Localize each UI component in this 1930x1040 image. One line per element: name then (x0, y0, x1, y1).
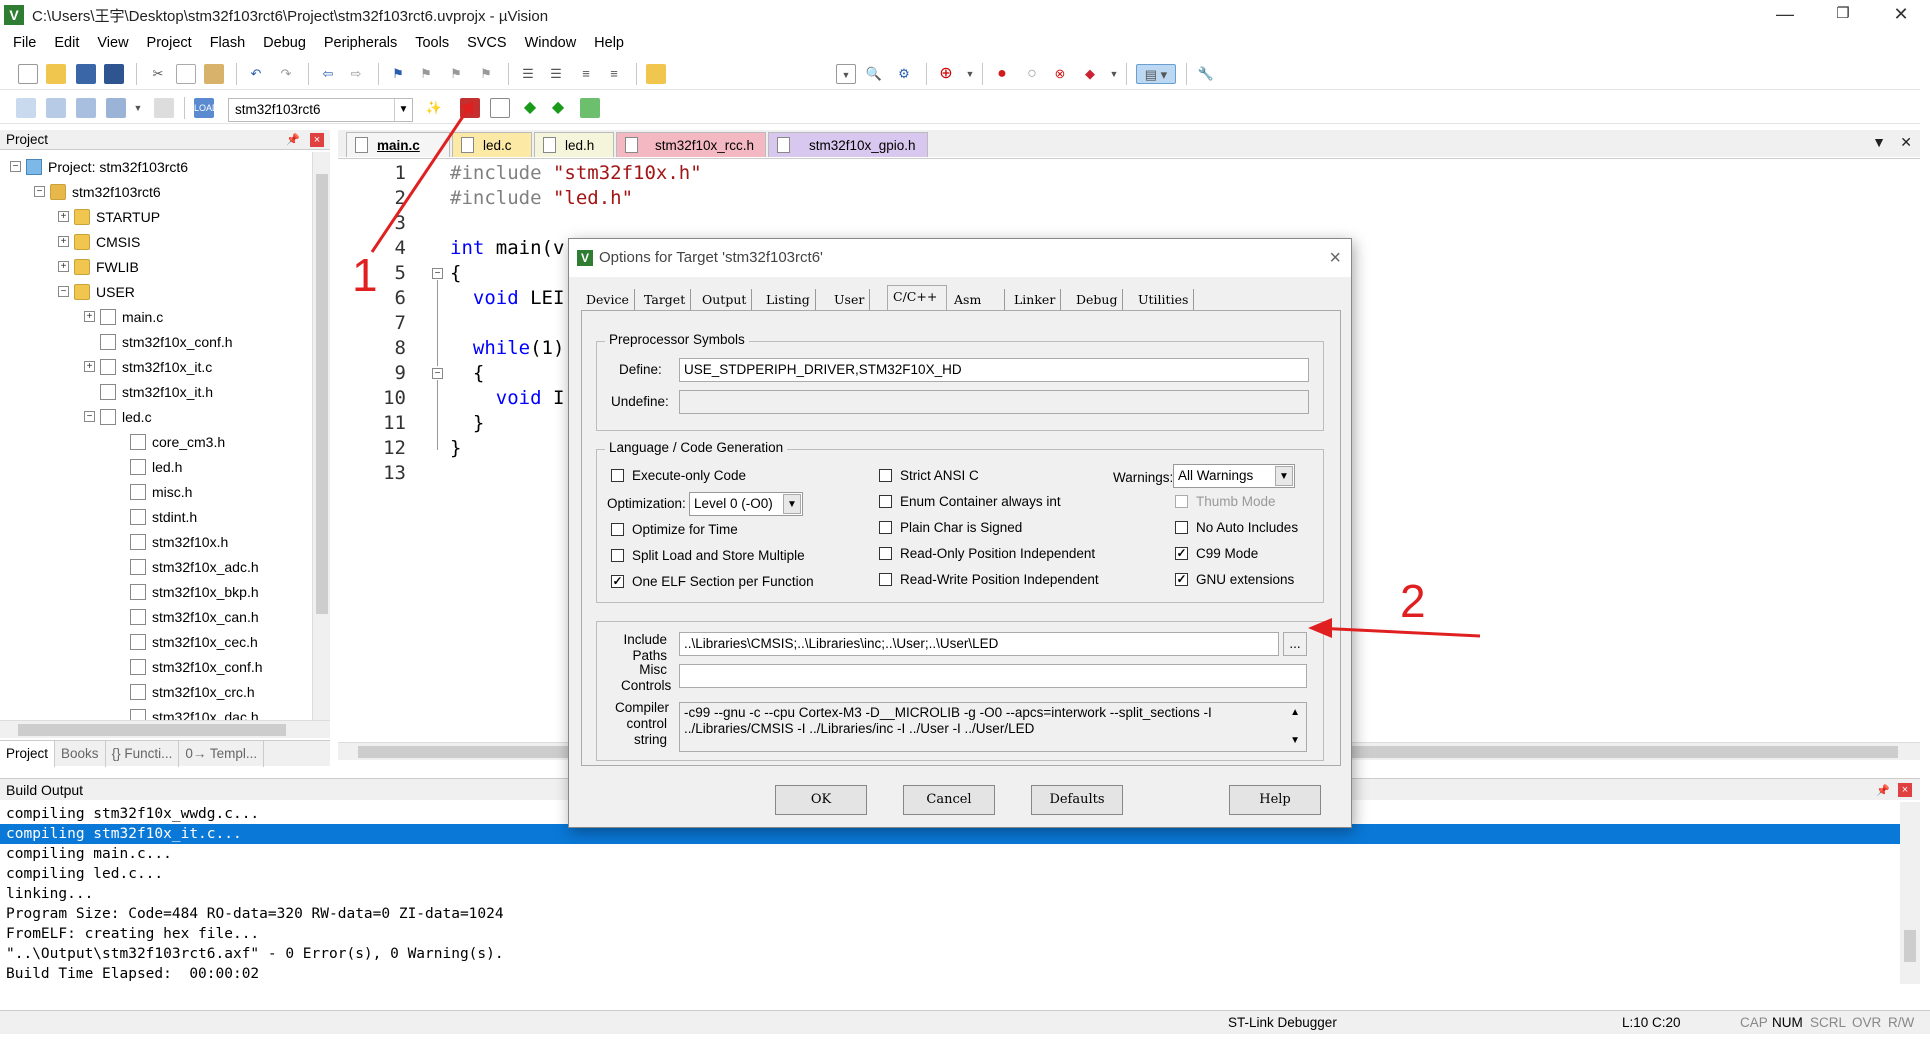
annotation-arrow-1 (370, 105, 472, 253)
annotation-arrow-2 (1315, 626, 1481, 638)
annotation-overlay (370, 101, 1481, 638)
annotation-arrowhead-2 (1308, 618, 1332, 638)
annotation-label-2: 2 (1400, 575, 1426, 627)
annotation-arrowhead-1 (460, 101, 474, 116)
annotation-label-1: 1 (352, 249, 378, 301)
